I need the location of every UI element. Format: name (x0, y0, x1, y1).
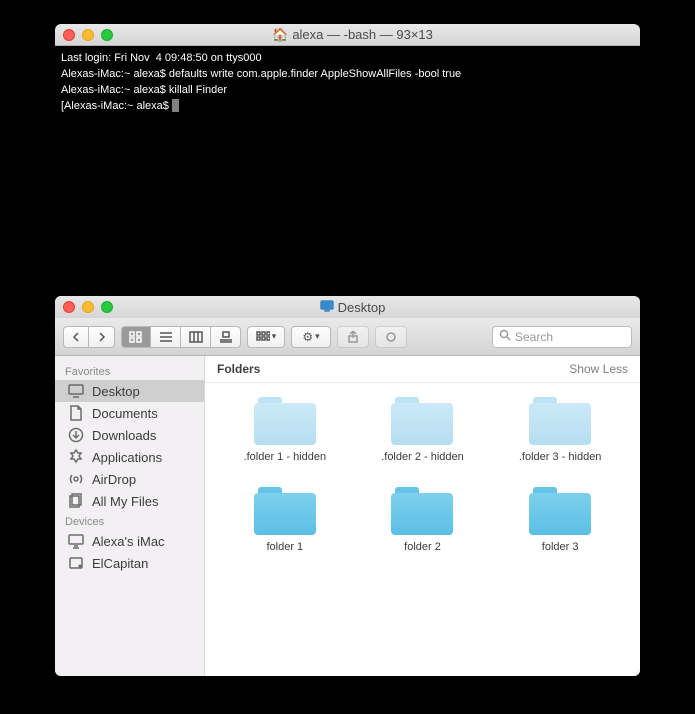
terminal-line-2: Alexas-iMac:~ alexa$ killall Finder (61, 84, 227, 96)
terminal-line-3: [Alexas-iMac:~ alexa$ (61, 100, 172, 112)
search-placeholder: Search (515, 330, 553, 344)
folder-icon (254, 485, 316, 535)
back-button[interactable] (63, 326, 89, 348)
sidebar-item-airdrop[interactable]: AirDrop (55, 468, 204, 490)
sidebar: Favorites Desktop Documents Downloads Ap… (55, 356, 205, 676)
share-button[interactable] (337, 326, 369, 348)
sidebar-item-label: Documents (92, 406, 158, 421)
folder-icon (529, 395, 591, 445)
section-title: Folders (217, 362, 260, 376)
show-less-toggle[interactable]: Show Less (569, 362, 628, 376)
column-view-button[interactable] (181, 326, 211, 348)
desktop-title-icon (320, 300, 334, 315)
sidebar-item-allfiles[interactable]: All My Files (55, 490, 204, 512)
finder-window: Desktop ▾ ⚙ ▾ Search (55, 296, 640, 676)
favorites-header: Favorites (55, 362, 204, 380)
folder-grid: .folder 1 - hidden .folder 2 - hidden .f… (205, 383, 640, 565)
folder-icon (254, 395, 316, 445)
chevron-down-icon: ▾ (272, 331, 277, 342)
sidebar-item-documents[interactable]: Documents (55, 402, 204, 424)
folder-item[interactable]: folder 3 (498, 485, 622, 553)
sidebar-item-label: AirDrop (92, 472, 136, 487)
folder-item[interactable]: .folder 3 - hidden (498, 395, 622, 463)
icon-view-button[interactable] (121, 326, 151, 348)
terminal-titlebar: 🏠 alexa — -bash — 93×13 (55, 24, 640, 46)
folder-item[interactable]: .folder 2 - hidden (361, 395, 485, 463)
sidebar-item-label: Alexa's iMac (92, 534, 165, 549)
folder-item[interactable]: .folder 1 - hidden (223, 395, 347, 463)
folder-icon (391, 485, 453, 535)
allfiles-icon (67, 493, 85, 509)
sidebar-item-applications[interactable]: Applications (55, 446, 204, 468)
desktop-icon (67, 383, 85, 399)
downloads-icon (67, 427, 85, 443)
sidebar-item-label: Applications (92, 450, 162, 465)
list-view-button[interactable] (151, 326, 181, 348)
folder-label: .folder 1 - hidden (244, 451, 327, 463)
disk-icon (67, 555, 85, 571)
sidebar-item-downloads[interactable]: Downloads (55, 424, 204, 446)
folder-label: folder 3 (542, 541, 579, 553)
terminal-line-0: Last login: Fri Nov 4 09:48:50 on ttys00… (61, 52, 262, 64)
documents-icon (67, 405, 85, 421)
sidebar-item-imac[interactable]: Alexa's iMac (55, 530, 204, 552)
gear-icon: ⚙ (302, 330, 313, 344)
terminal-body[interactable]: Last login: Fri Nov 4 09:48:50 on ttys00… (55, 46, 640, 118)
airdrop-icon (67, 471, 85, 487)
sidebar-item-label: All My Files (92, 494, 158, 509)
folder-item[interactable]: folder 2 (361, 485, 485, 553)
home-icon: 🏠 (272, 27, 288, 43)
sidebar-item-label: Desktop (92, 384, 140, 399)
arrange-button[interactable]: ▾ (247, 326, 285, 348)
content-area: Folders Show Less .folder 1 - hidden .fo… (205, 356, 640, 676)
forward-button[interactable] (89, 326, 115, 348)
folder-label: .folder 3 - hidden (519, 451, 602, 463)
folder-label: folder 2 (404, 541, 441, 553)
search-icon (499, 329, 511, 344)
terminal-line-1: Alexas-iMac:~ alexa$ defaults write com.… (61, 68, 461, 80)
folder-label: folder 1 (266, 541, 303, 553)
sidebar-item-desktop[interactable]: Desktop (55, 380, 204, 402)
view-buttons (121, 326, 241, 348)
finder-body: Favorites Desktop Documents Downloads Ap… (55, 356, 640, 676)
section-header: Folders Show Less (205, 356, 640, 383)
action-button[interactable]: ⚙ ▾ (291, 326, 331, 348)
imac-icon (67, 533, 85, 549)
terminal-cursor (172, 99, 179, 112)
terminal-title: 🏠 alexa — -bash — 93×13 (73, 27, 632, 43)
terminal-window: 🏠 alexa — -bash — 93×13 Last login: Fri … (55, 24, 640, 272)
tags-button[interactable] (375, 326, 407, 348)
chevron-down-icon: ▾ (315, 331, 320, 342)
folder-icon (391, 395, 453, 445)
folder-icon (529, 485, 591, 535)
applications-icon (67, 449, 85, 465)
folder-label: .folder 2 - hidden (381, 451, 464, 463)
devices-header: Devices (55, 512, 204, 530)
sidebar-item-label: Downloads (92, 428, 156, 443)
terminal-title-text: alexa — -bash — 93×13 (292, 27, 433, 42)
finder-toolbar: ▾ ⚙ ▾ Search (55, 318, 640, 356)
coverflow-view-button[interactable] (211, 326, 241, 348)
finder-title-text: Desktop (338, 300, 386, 315)
nav-buttons (63, 326, 115, 348)
search-input[interactable]: Search (492, 326, 632, 348)
finder-title: Desktop (73, 300, 632, 315)
folder-item[interactable]: folder 1 (223, 485, 347, 553)
sidebar-item-disk[interactable]: ElCapitan (55, 552, 204, 574)
sidebar-item-label: ElCapitan (92, 556, 148, 571)
finder-titlebar: Desktop (55, 296, 640, 318)
